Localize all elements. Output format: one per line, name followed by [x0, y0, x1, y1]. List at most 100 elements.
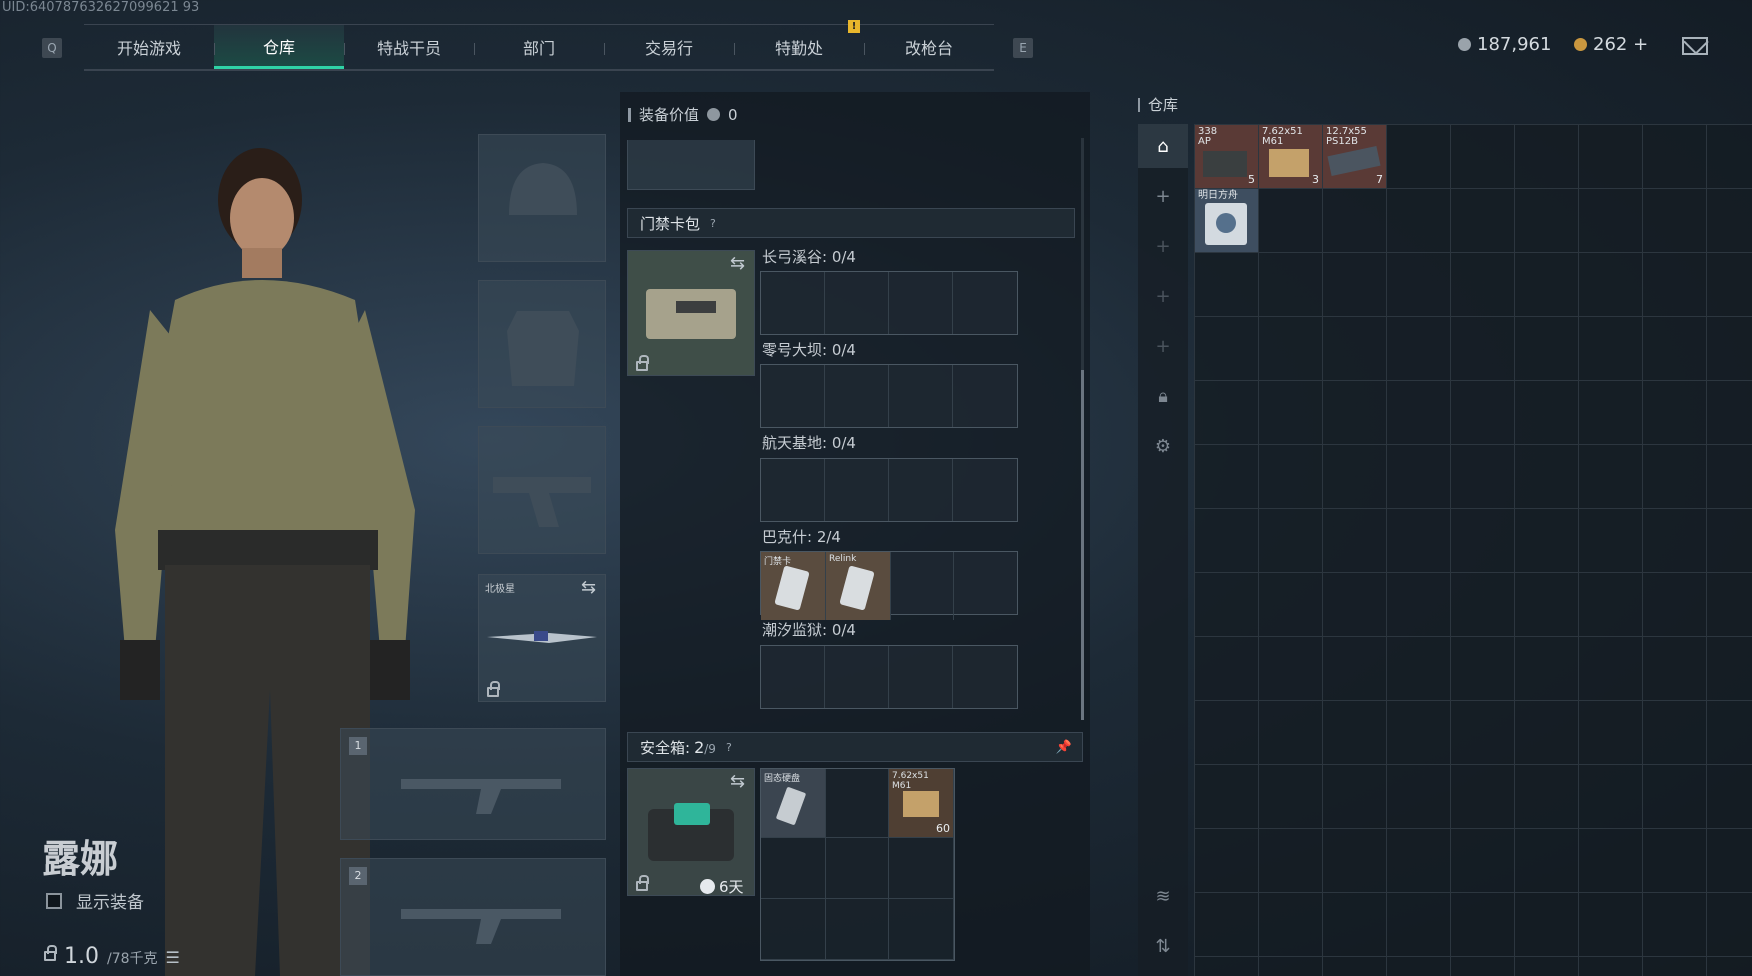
show-equipment-toggle[interactable]: 显示装备	[46, 888, 144, 913]
notice-badge: !	[848, 20, 860, 33]
help-icon[interactable]: ?	[726, 741, 732, 754]
pin-icon[interactable]: 📌	[1056, 740, 1072, 755]
safe-empty-cell[interactable]	[761, 899, 826, 960]
map-label-brakkesh: 巴克什: 2/4	[762, 528, 841, 546]
gold-currency[interactable]: 262 +	[1574, 34, 1648, 55]
nav-prev-key[interactable]: Q	[42, 38, 62, 58]
keycard-pack-header: 门禁卡包 ?	[627, 208, 1075, 238]
swap-icon[interactable]: ⇆	[581, 577, 596, 598]
keycard-label: 门禁卡	[764, 557, 792, 567]
item-label: 338 AP	[1198, 126, 1218, 147]
backpack-slot[interactable]	[627, 140, 755, 190]
swap-icon[interactable]: ⇆	[730, 771, 745, 792]
safe-empty-cell[interactable]	[826, 838, 889, 899]
weight-max: /78千克	[107, 951, 158, 967]
item-count: 60	[936, 822, 950, 835]
tab-department[interactable]: 部门	[474, 25, 604, 69]
safe-item[interactable]: 固态硬盘	[761, 769, 826, 838]
rifle-icon	[401, 779, 561, 814]
gold-amount: 262 +	[1593, 34, 1649, 55]
add-tab-icon[interactable]: +	[1138, 274, 1188, 318]
header-bar	[1138, 97, 1140, 112]
map-label-valley: 长弓溪谷: 0/4	[762, 248, 856, 266]
equipment-value-label: 装备价值	[639, 106, 700, 124]
helmet-slot[interactable]	[478, 134, 606, 262]
safe-item[interactable]: 7.62x51 M61 60	[889, 769, 954, 838]
tab-special-ops[interactable]: 特勤处	[734, 25, 864, 69]
map-label-dam: 零号大坝: 0/4	[762, 341, 856, 359]
armor-icon	[507, 311, 579, 386]
warehouse-item[interactable]: 12.7x55 PS12B 7	[1323, 125, 1386, 188]
warehouse-item[interactable]: 明日方舟	[1195, 189, 1258, 252]
sort-icon[interactable]: ⇅	[1138, 924, 1188, 968]
show-equipment-checkbox[interactable]	[46, 892, 62, 909]
pistol-slot[interactable]	[478, 426, 606, 554]
lock-tab-icon[interactable]: 🔒︎	[1138, 374, 1188, 418]
slot-number: 2	[349, 867, 367, 885]
carry-weight: 1.0/78千克 ☰	[44, 944, 180, 969]
secondary-weapon-slot[interactable]: 2	[340, 858, 606, 976]
keycard-pack-slot[interactable]: ⇆	[627, 250, 755, 376]
tab-warehouse[interactable]: 仓库	[214, 25, 344, 69]
lock-icon	[636, 875, 649, 891]
slot-number: 1	[349, 737, 367, 755]
primary-weapon-slot[interactable]: 1	[340, 728, 606, 840]
warehouse-toolbar: ⌂ + + + + 🔒︎ ⚙ ≋ ⇅	[1138, 124, 1188, 976]
item-label: 固态硬盘	[764, 774, 801, 784]
safe-empty-cell[interactable]	[761, 838, 826, 899]
clock-icon	[700, 879, 715, 894]
keycard-pack-label: 门禁卡包	[640, 214, 701, 233]
safe-empty-cell[interactable]	[826, 769, 889, 838]
swap-icon[interactable]: ⇆	[730, 253, 745, 274]
operator-name: 露娜	[42, 837, 119, 881]
equipment-value: 装备价值 0	[628, 104, 738, 125]
nav-next-key[interactable]: E	[1013, 38, 1033, 58]
keycard-item[interactable]: 门禁卡	[761, 552, 826, 620]
warehouse-label: 仓库	[1148, 96, 1179, 114]
add-tab-icon[interactable]: +	[1138, 174, 1188, 218]
weight-lock-icon	[44, 945, 57, 961]
warehouse-header: 仓库	[1138, 94, 1178, 115]
operator-model	[115, 148, 415, 976]
rifle-icon	[401, 909, 561, 944]
melee-slot[interactable]: 北极星 ⇆	[478, 574, 606, 702]
armor-slot[interactable]	[478, 280, 606, 408]
keycard-row-spaceport[interactable]	[760, 458, 1018, 522]
item-count: 3	[1312, 173, 1319, 186]
silver-coin-icon	[1458, 38, 1471, 51]
add-tab-icon[interactable]: +	[1138, 224, 1188, 268]
add-tab-icon[interactable]: +	[1138, 324, 1188, 368]
safe-empty-cell[interactable]	[826, 899, 889, 960]
keycard-label: Relink	[829, 554, 857, 564]
warehouse-item[interactable]: 338 AP 5	[1195, 125, 1258, 188]
warehouse-home-icon[interactable]: ⌂	[1138, 124, 1188, 168]
keycard-item[interactable]: Relink	[826, 552, 891, 620]
silver-currency: 187,961	[1458, 34, 1551, 55]
item-count: 7	[1376, 173, 1383, 186]
item-label: 7.62x51 M61	[1262, 126, 1303, 147]
mail-icon[interactable]	[1682, 37, 1708, 55]
tab-trading[interactable]: 交易行	[604, 25, 734, 69]
list-icon[interactable]: ☰	[166, 948, 180, 967]
safe-empty-cell[interactable]	[889, 899, 954, 960]
help-icon[interactable]: ?	[710, 217, 716, 230]
keycard-row-brakkesh[interactable]: 门禁卡 Relink	[760, 551, 1018, 620]
keycard-row-dam[interactable]	[760, 364, 1018, 428]
tab-start-game[interactable]: 开始游戏	[84, 25, 214, 69]
warehouse-grid[interactable]: 338 AP 5 7.62x51 M61 3 12.7x55 PS12B 7 明…	[1194, 124, 1752, 976]
tab-operators[interactable]: 特战干员	[344, 25, 474, 69]
layers-icon[interactable]: ≋	[1138, 874, 1188, 918]
warehouse-item[interactable]: 7.62x51 M61 3	[1259, 125, 1322, 188]
keycard-row-prison[interactable]	[760, 645, 1018, 709]
lock-icon	[636, 355, 649, 371]
item-count: 5	[1248, 173, 1255, 186]
tab-gunsmith[interactable]: 改枪台	[864, 25, 994, 69]
value-coin-icon	[707, 108, 721, 121]
settings-icon[interactable]: ⚙	[1138, 424, 1188, 468]
scrollbar-thumb[interactable]	[1081, 370, 1084, 720]
safe-box-header: 安全箱: 2/9 ? 📌	[627, 732, 1083, 762]
keycard-row-valley[interactable]	[760, 271, 1018, 335]
melee-label: 北极星	[485, 584, 515, 595]
safe-empty-cell[interactable]	[889, 838, 954, 899]
show-equipment-label: 显示装备	[76, 893, 144, 913]
